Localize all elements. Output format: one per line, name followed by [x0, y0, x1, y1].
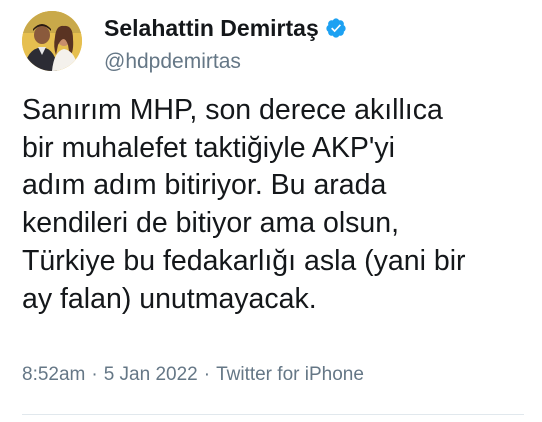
- user-names: Selahattin Demirtaş @hdpdemirtas: [104, 15, 347, 75]
- tweet-metadata: 8:52am · 5 Jan 2022 · Twitter for iPhone: [22, 363, 364, 387]
- name-row: Selahattin Demirtaş: [104, 15, 347, 41]
- verified-badge-icon: [325, 17, 347, 39]
- tweet-source[interactable]: Twitter for iPhone: [216, 364, 364, 385]
- tweet-text-line: bir muhalefet taktiğiyle AKP'yi: [22, 131, 395, 164]
- tweet-date[interactable]: 5 Jan 2022: [104, 364, 198, 385]
- divider: [22, 414, 524, 415]
- tweet-card: Selahattin Demirtaş @hdpdemirtas Sanırım…: [0, 0, 542, 422]
- tweet-text-line: Sanırım MHP, son derece akıllıca: [22, 94, 443, 126]
- tweet-time[interactable]: 8:52am: [22, 364, 85, 385]
- tweet-text-line: ay falan) unutmayacak.: [22, 282, 317, 315]
- separator-dot: ·: [203, 364, 211, 385]
- tweet-text: Sanırım MHP, son derece akıllıca bir muh…: [22, 92, 527, 318]
- profile-photo-icon: [22, 11, 82, 71]
- display-name[interactable]: Selahattin Demirtaş: [104, 15, 319, 41]
- tweet-text-line: Türkiye bu fedakarlığı asla (yani bir: [22, 244, 466, 277]
- avatar[interactable]: [22, 11, 82, 71]
- tweet-header: Selahattin Demirtaş @hdpdemirtas: [22, 11, 347, 75]
- tweet-text-line: kendileri de bitiyor ama olsun,: [22, 207, 400, 240]
- tweet-text-line: adım adım bitiriyor. Bu arada: [22, 169, 387, 202]
- separator-dot: ·: [91, 364, 98, 385]
- user-handle[interactable]: @hdpdemirtas: [104, 49, 347, 75]
